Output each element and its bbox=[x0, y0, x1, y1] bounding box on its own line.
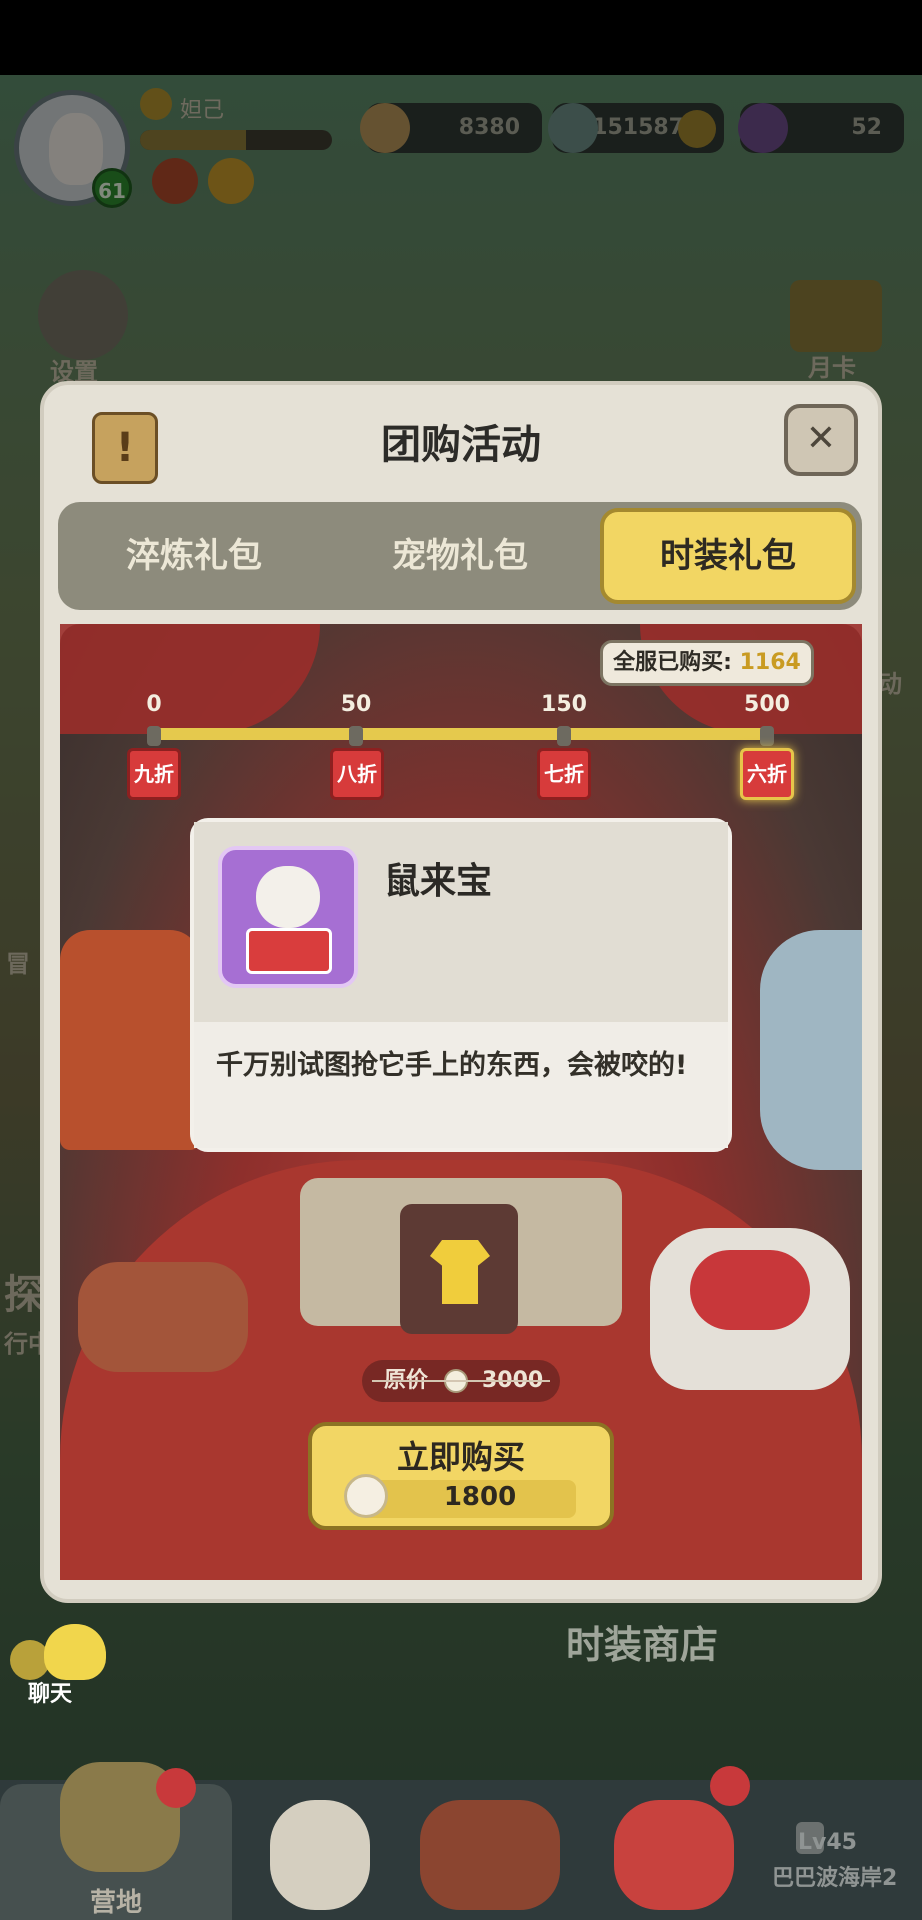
qipao-costume-icon bbox=[60, 930, 200, 1150]
original-price: 原价 3000 bbox=[362, 1360, 560, 1402]
chat-ghost-icon[interactable] bbox=[44, 1624, 106, 1680]
milestone-count: 0 bbox=[146, 692, 162, 717]
strikethrough bbox=[372, 1380, 550, 1382]
red-envelope-icon bbox=[246, 928, 332, 974]
locked-area-name[interactable]: 巴巴波海岸2 bbox=[772, 1860, 897, 1892]
milestone-progress-bar bbox=[152, 728, 768, 740]
close-button[interactable]: ✕ bbox=[784, 404, 858, 476]
item-name: 鼠来宝 bbox=[384, 861, 493, 902]
notification-bell-icon bbox=[710, 1766, 750, 1806]
chat-label[interactable]: 聊天 bbox=[28, 1676, 72, 1708]
fashion-shop-label[interactable]: 时装商店 bbox=[566, 1614, 718, 1669]
pin-icon bbox=[147, 726, 161, 746]
discount-tag: 七折 bbox=[537, 748, 591, 800]
discount-tag: 八折 bbox=[330, 748, 384, 800]
tab-pet-pack[interactable]: 宠物礼包 bbox=[330, 502, 590, 610]
tab-refine-pack[interactable]: 淬炼礼包 bbox=[64, 502, 324, 610]
server-bought-counter: 全服已购买: 1164 bbox=[600, 640, 814, 686]
shoes-icon bbox=[78, 1262, 248, 1372]
egg-icon bbox=[760, 930, 862, 1170]
pin-icon bbox=[557, 726, 571, 746]
lion-face bbox=[690, 1250, 810, 1330]
pearl-icon bbox=[344, 1474, 388, 1518]
milestone-count: 500 bbox=[744, 692, 790, 717]
buy-now-label: 立即购买 bbox=[396, 1438, 525, 1476]
milestone-count: 50 bbox=[340, 692, 372, 717]
notification-bell-icon bbox=[156, 1768, 196, 1808]
item-description: 千万别试图抢它手上的东西，会被咬的! bbox=[216, 1050, 688, 1081]
discount-tag-current: 六折 bbox=[740, 748, 794, 800]
discount-tag: 九折 bbox=[127, 748, 181, 800]
nav-totem-icon[interactable] bbox=[420, 1800, 560, 1910]
bought-count: 1164 bbox=[739, 650, 801, 675]
tab-fashion-pack[interactable]: 时装礼包 bbox=[600, 508, 856, 604]
rat-lion-item-icon bbox=[218, 846, 358, 988]
character-head bbox=[256, 866, 320, 928]
bought-label: 全服已购买: bbox=[613, 650, 732, 675]
locked-level: Lv45 bbox=[798, 1830, 857, 1855]
pin-icon bbox=[349, 726, 363, 746]
buy-price: 1800 bbox=[443, 1482, 517, 1512]
milestone-count: 150 bbox=[541, 692, 587, 717]
nav-hero-icon[interactable] bbox=[270, 1800, 370, 1910]
pin-icon bbox=[760, 726, 774, 746]
nav-pet-icon[interactable] bbox=[614, 1800, 734, 1910]
nav-camp-label: 营地 bbox=[90, 1888, 143, 1918]
